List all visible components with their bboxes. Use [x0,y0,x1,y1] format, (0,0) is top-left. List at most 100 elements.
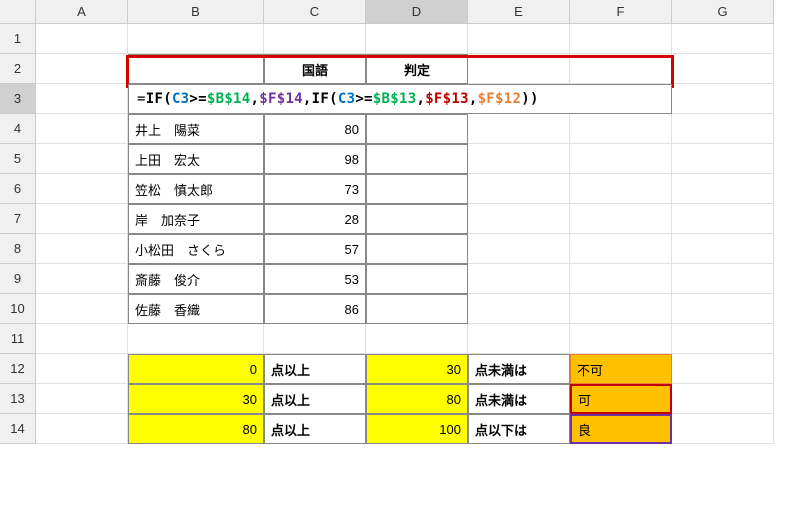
criteria-grade[interactable]: 可 [570,384,672,414]
cell[interactable] [468,174,570,204]
col-header-e[interactable]: E [468,0,570,24]
table-cell-result[interactable] [366,114,468,144]
cell[interactable] [468,294,570,324]
row-header-10[interactable]: 10 [0,294,36,324]
cell[interactable] [570,24,672,54]
cell[interactable] [672,204,774,234]
cell[interactable] [36,234,128,264]
criteria-high-label[interactable]: 点未満は [468,354,570,384]
row-header-1[interactable]: 1 [0,24,36,54]
row-header-2[interactable]: 2 [0,54,36,84]
cell[interactable] [36,384,128,414]
cell[interactable] [672,234,774,264]
cell[interactable] [366,324,468,354]
cell[interactable] [36,144,128,174]
row-header-11[interactable]: 11 [0,324,36,354]
cell[interactable] [128,24,264,54]
criteria-low[interactable]: 0 [128,354,264,384]
table-cell-result[interactable] [366,294,468,324]
cell[interactable] [672,294,774,324]
table-cell-score[interactable]: 57 [264,234,366,264]
row-header-3[interactable]: 3 [0,84,36,114]
cell[interactable] [468,204,570,234]
cell[interactable] [468,324,570,354]
row-header-8[interactable]: 8 [0,234,36,264]
row-header-6[interactable]: 6 [0,174,36,204]
cell[interactable] [468,144,570,174]
criteria-high[interactable]: 30 [366,354,468,384]
row-header-7[interactable]: 7 [0,204,36,234]
table-cell-score[interactable]: 98 [264,144,366,174]
cell[interactable] [36,114,128,144]
cell[interactable] [36,324,128,354]
cell[interactable] [36,354,128,384]
cell[interactable] [366,24,468,54]
select-all-corner[interactable] [0,0,36,24]
formula-cell[interactable]: =IF(C3>=$B$14,$F$14,IF(C3>=$B$13,$F$13,$… [128,84,672,114]
cell[interactable] [36,24,128,54]
table-cell-name[interactable]: 斎藤 俊介 [128,264,264,294]
cell[interactable] [468,234,570,264]
cell[interactable] [672,54,774,84]
cell[interactable] [468,114,570,144]
table-cell-name[interactable]: 井上 陽菜 [128,114,264,144]
cell[interactable] [36,294,128,324]
row-header-13[interactable]: 13 [0,384,36,414]
cell[interactable] [570,174,672,204]
table-cell-name[interactable]: 佐藤 香織 [128,294,264,324]
table-cell-result[interactable] [366,264,468,294]
cell[interactable] [672,144,774,174]
cell[interactable] [570,234,672,264]
table-cell-name[interactable]: 小松田 さくら [128,234,264,264]
cell[interactable] [672,174,774,204]
row-header-4[interactable]: 4 [0,114,36,144]
cell[interactable] [36,204,128,234]
table-cell-result[interactable] [366,174,468,204]
table-header-result[interactable]: 判定 [366,54,468,84]
table-cell-score[interactable]: 28 [264,204,366,234]
criteria-low-label[interactable]: 点以上 [264,414,366,444]
cell[interactable] [570,294,672,324]
row-header-14[interactable]: 14 [0,414,36,444]
cell[interactable] [36,264,128,294]
col-header-b[interactable]: B [128,0,264,24]
cell[interactable] [570,264,672,294]
cell[interactable] [672,84,774,114]
table-cell-name[interactable]: 上田 宏太 [128,144,264,174]
table-cell-score[interactable]: 73 [264,174,366,204]
table-cell-score[interactable]: 80 [264,114,366,144]
cell[interactable] [672,324,774,354]
table-cell-score[interactable]: 86 [264,294,366,324]
cell[interactable] [128,324,264,354]
cell[interactable] [672,114,774,144]
row-header-12[interactable]: 12 [0,354,36,384]
col-header-d[interactable]: D [366,0,468,24]
table-cell-name[interactable]: 笠松 慎太郎 [128,174,264,204]
cell[interactable] [570,54,672,84]
row-header-5[interactable]: 5 [0,144,36,174]
criteria-low[interactable]: 30 [128,384,264,414]
cell[interactable] [570,114,672,144]
row-header-9[interactable]: 9 [0,264,36,294]
cell[interactable] [36,54,128,84]
cell[interactable] [468,54,570,84]
cell[interactable] [570,204,672,234]
spreadsheet-grid[interactable]: A B C D E F G 1 2 国語 判定 3 =IF(C3>=$B$14,… [0,0,800,444]
criteria-low[interactable]: 80 [128,414,264,444]
cell[interactable] [264,24,366,54]
cell[interactable] [672,384,774,414]
cell[interactable] [570,324,672,354]
criteria-grade[interactable]: 良 [570,414,672,444]
table-header-score[interactable]: 国語 [264,54,366,84]
cell[interactable] [468,264,570,294]
col-header-a[interactable]: A [36,0,128,24]
criteria-high-label[interactable]: 点未満は [468,384,570,414]
cell[interactable] [672,354,774,384]
cell[interactable] [128,54,264,84]
criteria-low-label[interactable]: 点以上 [264,354,366,384]
cell[interactable] [672,24,774,54]
col-header-f[interactable]: F [570,0,672,24]
criteria-high[interactable]: 80 [366,384,468,414]
criteria-high[interactable]: 100 [366,414,468,444]
cell[interactable] [672,414,774,444]
